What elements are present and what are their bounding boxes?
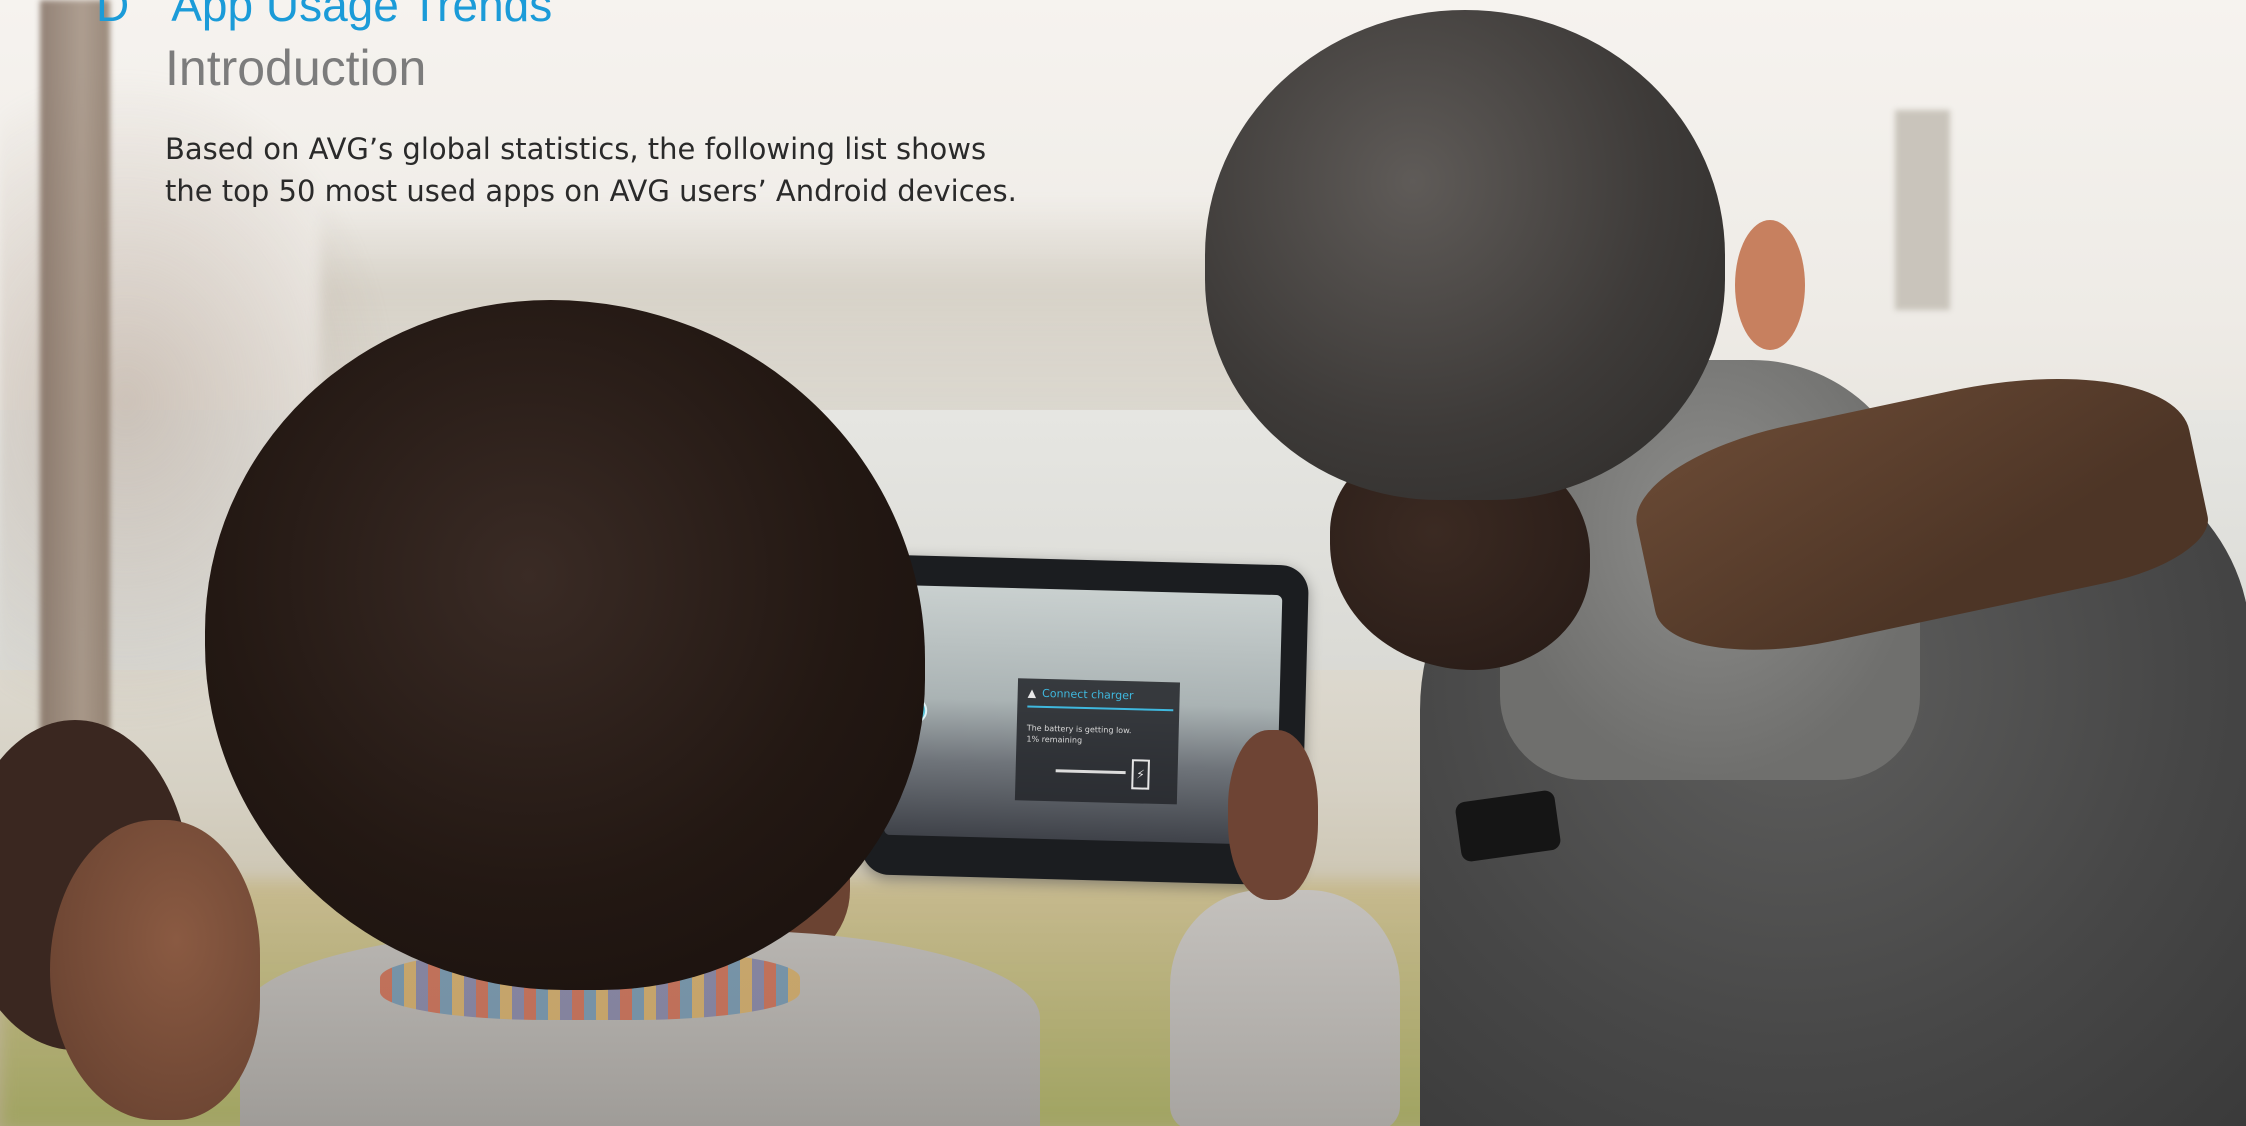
section-title: App Usage Trends <box>171 0 553 31</box>
warning-icon: ▲ <box>1027 686 1037 700</box>
intro-line-1: Based on AVG’s global statistics, the fo… <box>165 132 987 166</box>
intro-line-2: the top 50 most used apps on AVG users’ … <box>165 174 1017 208</box>
distant-tower <box>1895 110 1950 310</box>
man-knit-hat <box>1205 10 1725 500</box>
boy-hand <box>1228 730 1318 900</box>
tablet-screen: ▲ Connect charger The battery is getting … <box>883 584 1283 846</box>
man-ear <box>1735 220 1805 350</box>
charger-cable-icon <box>1055 769 1126 775</box>
tree-trunk <box>40 0 110 820</box>
document-page: ▲ Connect charger The battery is getting … <box>0 0 2246 1126</box>
section-subtitle: Introduction <box>165 40 427 96</box>
section-letter: D <box>96 0 130 31</box>
girl-face <box>50 820 260 1120</box>
section-heading: D App Usage Trends <box>96 0 552 33</box>
dialog-body-line-2: 1% remaining <box>1026 734 1083 745</box>
battery-icon: ⚡ <box>1131 759 1150 790</box>
boy-sleeve <box>1170 890 1400 1126</box>
dialog-title: ▲ Connect charger <box>1027 686 1174 712</box>
dialog-title-text: Connect charger <box>1041 686 1134 703</box>
intro-paragraph: Based on AVG’s global statistics, the fo… <box>165 128 1165 212</box>
battery-dialog: ▲ Connect charger The battery is getting … <box>1014 678 1181 805</box>
dialog-body: The battery is getting low. 1% remaining <box>1026 722 1171 748</box>
